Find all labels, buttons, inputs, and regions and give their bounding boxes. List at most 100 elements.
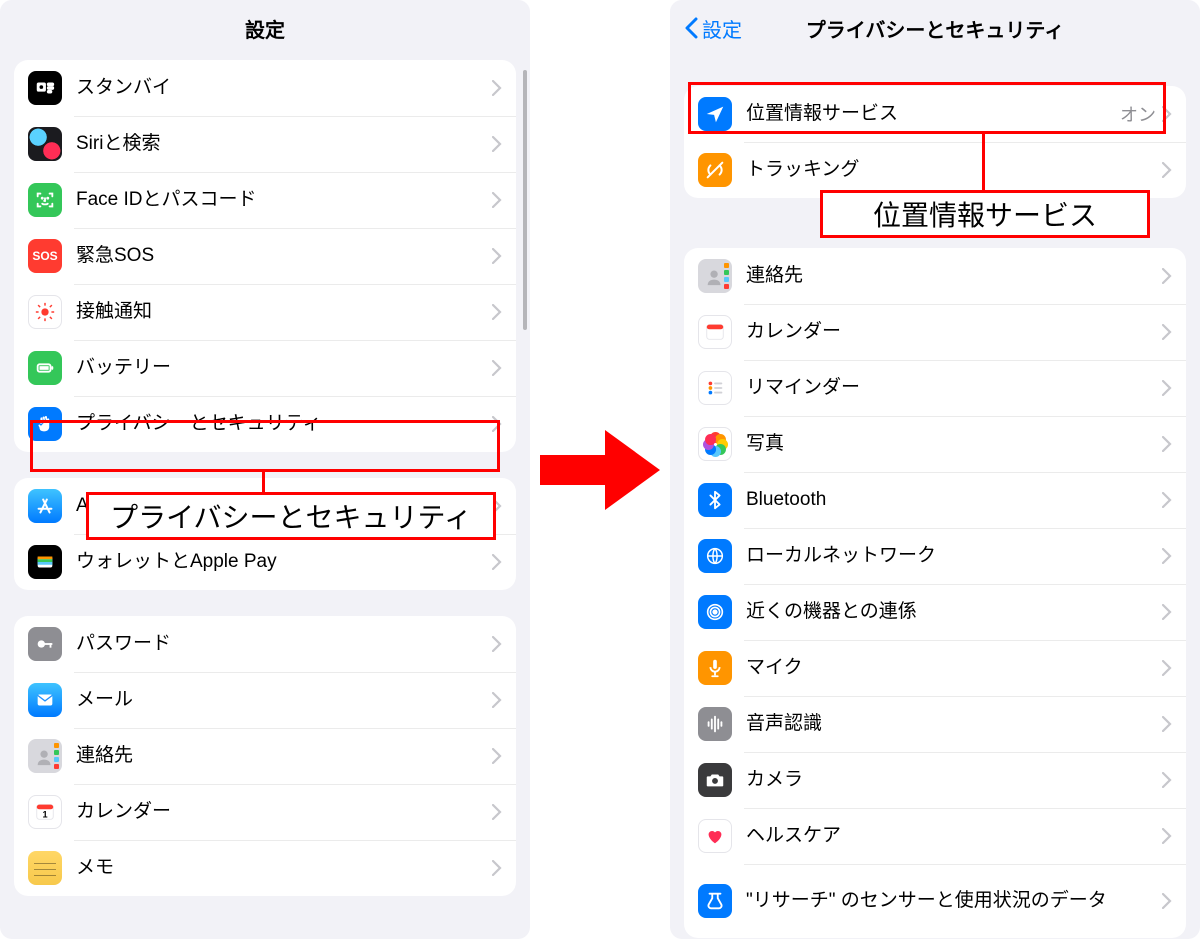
settings-group-3: パスワード メール 連絡先 1 カレンダー bbox=[14, 616, 516, 896]
chevron-right-icon bbox=[492, 248, 502, 264]
tracking-icon bbox=[698, 153, 732, 187]
nav-bar-left: 設定 bbox=[0, 0, 530, 56]
row-label: Siriと検索 bbox=[76, 132, 492, 156]
row-calendar[interactable]: カレンダー bbox=[684, 304, 1186, 360]
row-detail: オン bbox=[1120, 101, 1156, 127]
reminders-icon bbox=[698, 371, 732, 405]
row-label: Bluetooth bbox=[746, 488, 1162, 512]
globe-icon bbox=[698, 539, 732, 573]
row-label: 緊急SOS bbox=[76, 244, 492, 268]
chevron-right-icon bbox=[1162, 604, 1172, 620]
row-localnet[interactable]: ローカルネットワーク bbox=[684, 528, 1186, 584]
chevron-right-icon bbox=[492, 80, 502, 96]
nearby-icon bbox=[698, 595, 732, 629]
clock-icon bbox=[28, 71, 62, 105]
row-sos[interactable]: SOS 緊急SOS bbox=[14, 228, 516, 284]
row-label: 接触通知 bbox=[76, 300, 492, 324]
row-label: カメラ bbox=[746, 768, 1162, 792]
row-bluetooth[interactable]: Bluetooth bbox=[684, 472, 1186, 528]
scrollbar[interactable] bbox=[523, 70, 527, 330]
calendar-icon: 1 bbox=[28, 795, 62, 829]
row-label: カレンダー bbox=[746, 320, 1162, 344]
chevron-right-icon bbox=[492, 304, 502, 320]
row-calendar-left[interactable]: 1 カレンダー bbox=[14, 784, 516, 840]
bluetooth-icon bbox=[698, 483, 732, 517]
row-notes[interactable]: メモ bbox=[14, 840, 516, 896]
chevron-right-icon bbox=[1162, 893, 1172, 909]
row-label: ウォレットとApple Pay bbox=[76, 550, 492, 574]
row-label: メール bbox=[76, 688, 492, 712]
row-label: Face IDとパスコード bbox=[76, 188, 492, 212]
svg-text:1: 1 bbox=[42, 810, 47, 820]
heart-icon bbox=[698, 819, 732, 853]
row-label: パスワード bbox=[76, 632, 492, 656]
row-standby[interactable]: スタンバイ bbox=[14, 60, 516, 116]
chevron-right-icon bbox=[492, 416, 502, 432]
nav-back-label: 設定 bbox=[702, 14, 742, 43]
chevron-right-icon bbox=[492, 136, 502, 152]
sos-icon: SOS bbox=[28, 239, 62, 273]
right-privacy-screen: 設定 プライバシーとセキュリティ 位置情報サービス オン トラッキング bbox=[670, 0, 1200, 939]
connector-line-right bbox=[982, 134, 985, 190]
row-faceid[interactable]: Face IDとパスコード bbox=[14, 172, 516, 228]
chevron-right-icon bbox=[492, 692, 502, 708]
chevron-right-icon bbox=[1162, 324, 1172, 340]
faceid-icon bbox=[28, 183, 62, 217]
chevron-right-icon bbox=[1162, 162, 1172, 178]
chevron-right-icon bbox=[492, 860, 502, 876]
row-speech[interactable]: 音声認識 bbox=[684, 696, 1186, 752]
row-nearby[interactable]: 近くの機器との連係 bbox=[684, 584, 1186, 640]
row-mic[interactable]: マイク bbox=[684, 640, 1186, 696]
row-contacts-left[interactable]: 連絡先 bbox=[14, 728, 516, 784]
row-label: メモ bbox=[76, 856, 492, 880]
notes-icon bbox=[28, 851, 62, 885]
chevron-right-icon bbox=[492, 636, 502, 652]
row-label: 音声認識 bbox=[746, 712, 1162, 736]
row-label: カレンダー bbox=[76, 800, 492, 824]
row-passwords[interactable]: パスワード bbox=[14, 616, 516, 672]
left-settings-screen: 設定 スタンバイ Siriと検索 Face IDとパスコード SOS 緊急SOS bbox=[0, 0, 530, 939]
row-exposure[interactable]: 接触通知 bbox=[14, 284, 516, 340]
contacts-icon bbox=[698, 259, 732, 293]
row-label: 連絡先 bbox=[746, 264, 1162, 288]
row-health[interactable]: ヘルスケア bbox=[684, 808, 1186, 864]
chevron-right-icon bbox=[1162, 660, 1172, 676]
connector-line-left bbox=[262, 472, 265, 494]
callout-privacy: プライバシーとセキュリティ bbox=[86, 492, 496, 540]
row-privacy[interactable]: プライバシーとセキュリティ bbox=[14, 396, 516, 452]
siri-icon bbox=[28, 127, 62, 161]
waveform-icon bbox=[698, 707, 732, 741]
chevron-right-icon bbox=[1162, 716, 1172, 732]
wallet-icon bbox=[28, 545, 62, 579]
row-label: マイク bbox=[746, 656, 1162, 680]
research-icon bbox=[698, 884, 732, 918]
battery-icon bbox=[28, 351, 62, 385]
row-battery[interactable]: バッテリー bbox=[14, 340, 516, 396]
row-label: プライバシーとセキュリティ bbox=[76, 412, 492, 436]
chevron-right-icon bbox=[1162, 436, 1172, 452]
row-photos[interactable]: 写真 bbox=[684, 416, 1186, 472]
chevron-right-icon bbox=[1162, 106, 1172, 122]
row-contacts[interactable]: 連絡先 bbox=[684, 248, 1186, 304]
row-siri[interactable]: Siriと検索 bbox=[14, 116, 516, 172]
row-location[interactable]: 位置情報サービス オン bbox=[684, 86, 1186, 142]
appstore-icon bbox=[28, 489, 62, 523]
row-research[interactable]: "リサーチ" のセンサーと使用状況のデータ bbox=[684, 864, 1186, 938]
row-label: トラッキング bbox=[746, 158, 1162, 182]
callout-location: 位置情報サービス bbox=[820, 190, 1150, 238]
row-label: "リサーチ" のセンサーと使用状況のデータ bbox=[746, 889, 1162, 913]
row-label: 近くの機器との連係 bbox=[746, 600, 1162, 624]
chevron-right-icon bbox=[1162, 828, 1172, 844]
arrow-right-icon bbox=[540, 420, 660, 520]
contacts-icon bbox=[28, 739, 62, 773]
nav-bar-right: 設定 プライバシーとセキュリティ bbox=[670, 0, 1200, 56]
privacy-group-1: 位置情報サービス オン トラッキング bbox=[684, 86, 1186, 198]
row-wallet[interactable]: ウォレットとApple Pay bbox=[14, 534, 516, 590]
row-mail[interactable]: メール bbox=[14, 672, 516, 728]
nav-back-button[interactable]: 設定 bbox=[684, 0, 742, 56]
row-camera[interactable]: カメラ bbox=[684, 752, 1186, 808]
row-reminders[interactable]: リマインダー bbox=[684, 360, 1186, 416]
row-label: ヘルスケア bbox=[746, 824, 1162, 848]
chevron-right-icon bbox=[1162, 548, 1172, 564]
row-label: リマインダー bbox=[746, 376, 1162, 400]
